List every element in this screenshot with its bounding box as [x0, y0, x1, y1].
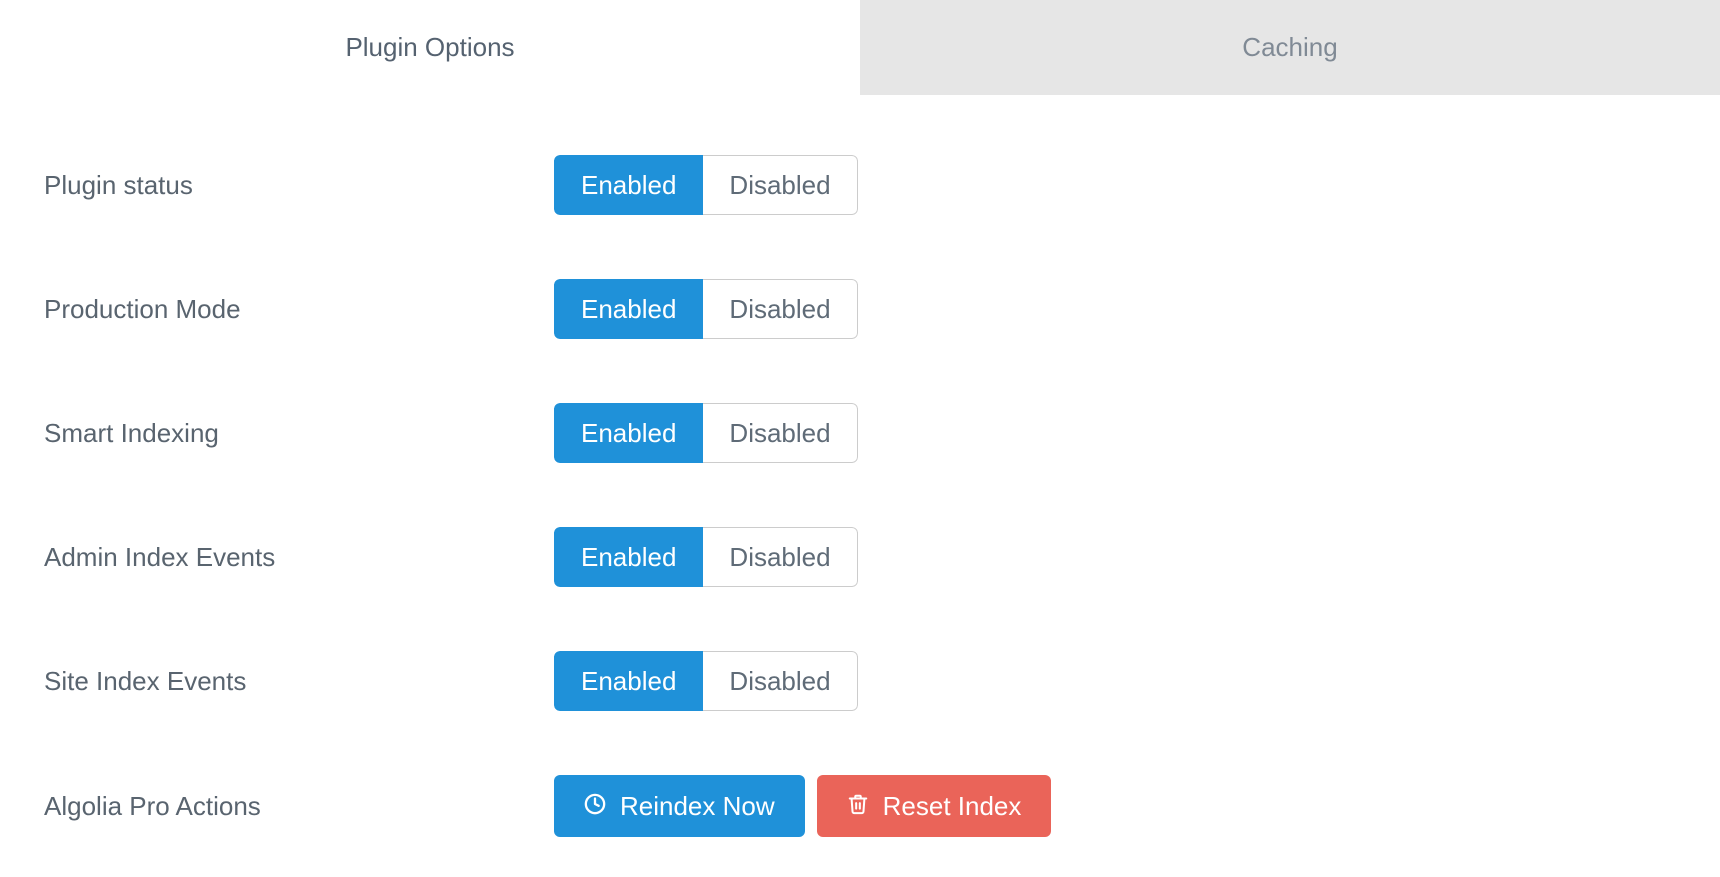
toggle-site-index-events: Enabled Disabled: [554, 651, 858, 711]
toggle-smart-indexing: Enabled Disabled: [554, 403, 858, 463]
plugin-status-disabled-button[interactable]: Disabled: [703, 155, 857, 215]
smart-indexing-disabled-button[interactable]: Disabled: [703, 403, 857, 463]
toggle-plugin-status: Enabled Disabled: [554, 155, 858, 215]
site-index-events-enabled-button[interactable]: Enabled: [554, 651, 703, 711]
admin-index-events-enabled-button[interactable]: Enabled: [554, 527, 703, 587]
label-admin-index-events: Admin Index Events: [44, 542, 554, 573]
site-index-events-disabled-button[interactable]: Disabled: [703, 651, 857, 711]
label-smart-indexing: Smart Indexing: [44, 418, 554, 449]
row-admin-index-events: Admin Index Events Enabled Disabled: [44, 527, 1676, 587]
plugin-status-enabled-button[interactable]: Enabled: [554, 155, 703, 215]
admin-index-events-disabled-button[interactable]: Disabled: [703, 527, 857, 587]
label-site-index-events: Site Index Events: [44, 666, 554, 697]
reset-index-button[interactable]: Reset Index: [817, 775, 1052, 837]
production-mode-disabled-button[interactable]: Disabled: [703, 279, 857, 339]
trash-icon: [847, 793, 869, 819]
label-algolia-pro-actions: Algolia Pro Actions: [44, 791, 554, 822]
row-site-index-events: Site Index Events Enabled Disabled: [44, 651, 1676, 711]
reindex-now-label: Reindex Now: [620, 793, 775, 819]
toggle-production-mode: Enabled Disabled: [554, 279, 858, 339]
reindex-now-button[interactable]: Reindex Now: [554, 775, 805, 837]
actions-group: Reindex Now Reset Index: [554, 775, 1051, 837]
clock-icon: [584, 793, 606, 819]
production-mode-enabled-button[interactable]: Enabled: [554, 279, 703, 339]
row-plugin-status: Plugin status Enabled Disabled: [44, 155, 1676, 215]
tab-caching[interactable]: Caching: [860, 0, 1720, 95]
row-production-mode: Production Mode Enabled Disabled: [44, 279, 1676, 339]
label-production-mode: Production Mode: [44, 294, 554, 325]
tab-plugin-options[interactable]: Plugin Options: [0, 0, 860, 95]
smart-indexing-enabled-button[interactable]: Enabled: [554, 403, 703, 463]
toggle-admin-index-events: Enabled Disabled: [554, 527, 858, 587]
row-algolia-pro-actions: Algolia Pro Actions Reindex Now: [44, 775, 1676, 837]
row-smart-indexing: Smart Indexing Enabled Disabled: [44, 403, 1676, 463]
reset-index-label: Reset Index: [883, 793, 1022, 819]
label-plugin-status: Plugin status: [44, 170, 554, 201]
